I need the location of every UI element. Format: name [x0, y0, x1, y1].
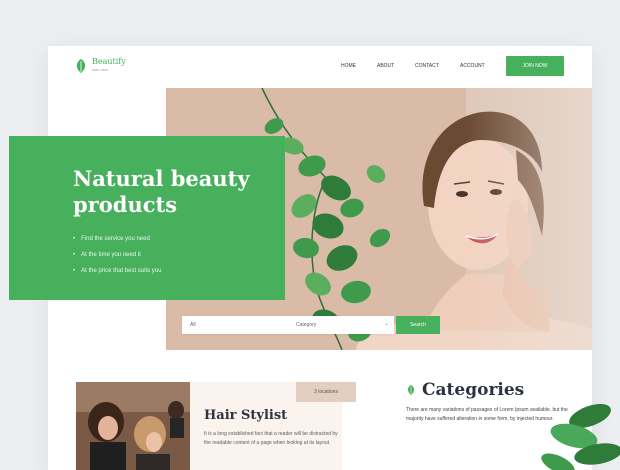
nav-about-link[interactable]: ABOUT — [377, 63, 394, 69]
locations-badge: 3 locations — [296, 382, 356, 402]
brand-logo[interactable]: Beautify skin care — [74, 58, 126, 74]
corner-plant-decoration — [541, 403, 620, 470]
leaf-logo-icon — [76, 59, 86, 73]
search-bar[interactable]: All Category ⌄ — [182, 316, 394, 334]
join-now-button[interactable]: JOIN NOW — [506, 56, 564, 76]
hero-feature-item: At the time you need it — [73, 247, 162, 263]
search-all-label[interactable]: All — [190, 322, 196, 328]
hero-feature-list: Find the service you need At the time yo… — [73, 231, 162, 279]
salon-photo-illustration — [76, 382, 190, 470]
top-navigation-bar: Beautify skin care HOME ABOUT CONTACT AC… — [48, 46, 592, 88]
hair-stylist-description: It is a long established fact that a rea… — [204, 431, 338, 446]
brand-name: Beautify — [92, 57, 126, 66]
nav-contact-link[interactable]: CONTACT — [415, 63, 439, 69]
hair-stylist-title[interactable]: Hair Stylist — [204, 408, 287, 423]
chevron-down-icon[interactable]: ⌄ — [384, 320, 389, 327]
leaf-icon — [408, 385, 414, 395]
categories-heading: Categories — [422, 380, 525, 400]
nav-account-link[interactable]: ACCOUNT — [460, 63, 485, 69]
hero-overlay — [466, 88, 592, 350]
nav-home-link[interactable]: HOME — [341, 63, 356, 69]
brand-tagline: skin care — [92, 67, 109, 72]
hero-title: Natural beauty products — [73, 166, 250, 217]
hair-stylist-image — [76, 382, 190, 470]
hero-feature-item: At the price that best suits you — [73, 263, 161, 279]
hero-green-panel: Natural beauty products Find the service… — [9, 136, 285, 300]
category-select[interactable]: Category — [296, 322, 316, 328]
search-button[interactable]: Search — [396, 316, 440, 334]
hero-feature-item: Find the service you need — [73, 231, 162, 247]
